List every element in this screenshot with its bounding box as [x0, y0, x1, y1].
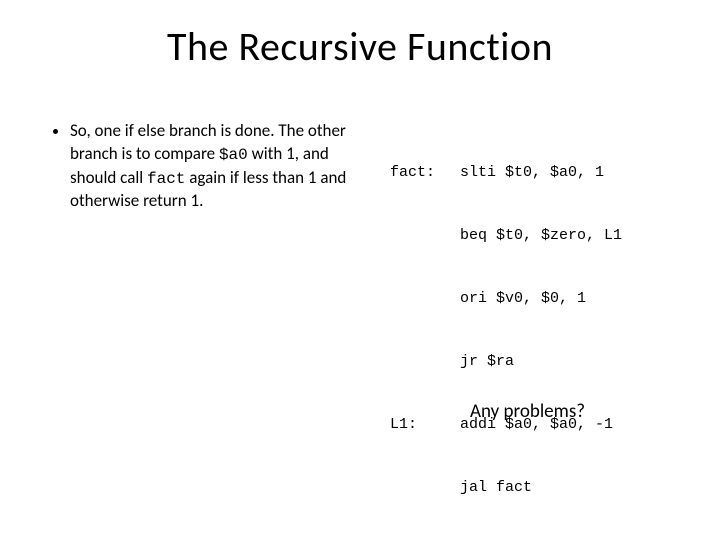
code-instr: jal fact: [460, 477, 700, 498]
slide: The Recursive Function So, one if else b…: [0, 0, 720, 540]
code-instr: slti $t0, $a0, 1: [460, 162, 700, 183]
code-line: fact:slti $t0, $a0, 1: [390, 162, 700, 183]
code-block: fact:slti $t0, $a0, 1 beq $t0, $zero, L1…: [390, 120, 700, 540]
footer-question: Any problems?: [470, 400, 585, 423]
code-line: jr $ra: [390, 351, 700, 372]
bullet-reg: $a0: [219, 146, 248, 164]
bullet-func: fact: [147, 170, 185, 188]
code-line: ori $v0, $0, 1: [390, 288, 700, 309]
code-label: [390, 351, 460, 372]
code-instr: ori $v0, $0, 1: [460, 288, 700, 309]
code-line: beq $t0, $zero, L1: [390, 225, 700, 246]
code-instr: jr $ra: [460, 351, 700, 372]
code-line: jal fact: [390, 477, 700, 498]
code-label: [390, 477, 460, 498]
slide-title: The Recursive Function: [0, 22, 720, 71]
bullet-block: So, one if else branch is done. The othe…: [50, 120, 350, 213]
bullet-item: So, one if else branch is done. The othe…: [70, 120, 350, 213]
code-instr: beq $t0, $zero, L1: [460, 225, 700, 246]
code-label: fact:: [390, 162, 460, 183]
code-label: [390, 288, 460, 309]
code-label: [390, 225, 460, 246]
code-label: L1:: [390, 414, 460, 435]
